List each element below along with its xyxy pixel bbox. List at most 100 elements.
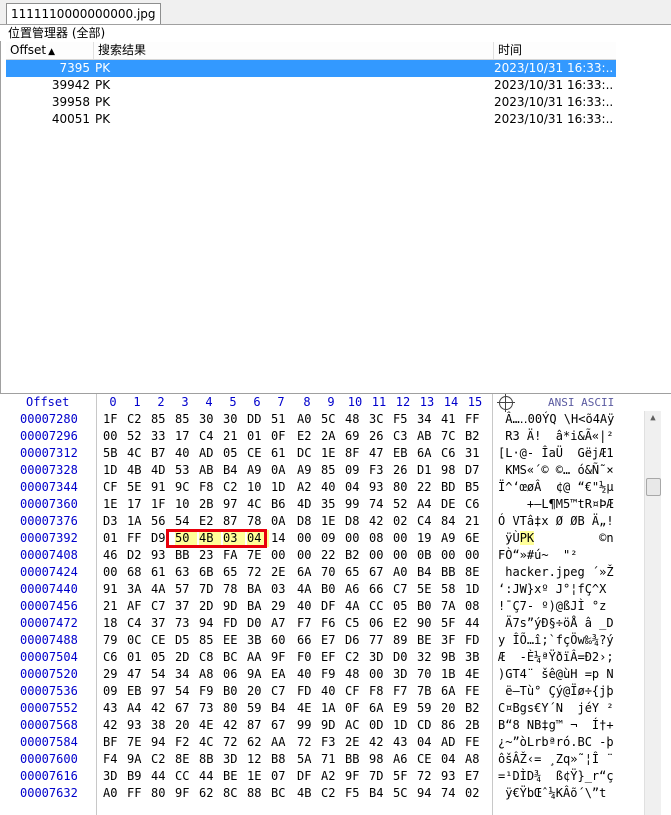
hex-byte[interactable]: C8 [199, 649, 221, 666]
hex-byte[interactable]: 40 [297, 666, 319, 683]
hex-byte[interactable]: 9F [345, 768, 367, 785]
hex-byte[interactable]: B4 [223, 462, 245, 479]
hex-byte[interactable]: F8 [199, 479, 221, 496]
hex-byte[interactable]: 20 [441, 700, 463, 717]
hex-byte[interactable]: 02 [393, 513, 415, 530]
result-row[interactable]: 7395 PK 2023/10/31 16:33:... [6, 60, 616, 77]
ascii-line[interactable]: KMS«´© ©… ó&Ñ˜× [498, 462, 648, 479]
ascii-line[interactable]: FÒ“»#ú~ "² [498, 547, 648, 564]
hex-byte[interactable]: 1D [465, 581, 487, 598]
hex-byte[interactable]: 5E [127, 479, 149, 496]
hex-byte[interactable]: 47 [369, 445, 391, 462]
hex-byte[interactable]: 84 [441, 513, 463, 530]
hex-byte[interactable]: 05 [393, 598, 415, 615]
hex-byte[interactable]: BA [247, 581, 269, 598]
ascii-line[interactable]: !¯Ç7- º)@ßJÌ °z [498, 598, 648, 615]
hex-byte[interactable]: 4C [127, 445, 149, 462]
ascii-line[interactable]: ôšÂŽ‹= ¸Zq»˜¦Î ¨ [498, 751, 648, 768]
hex-byte[interactable]: 54 [175, 513, 197, 530]
hex-byte[interactable]: D2 [127, 547, 149, 564]
ascii-line[interactable]: )GT4¨ šê@ùH =p N [498, 666, 648, 683]
hex-line[interactable]: 29 47 54 34 A8 06 9A EA 40 F9 48 00 3D 70 1B 4E [0, 666, 490, 683]
hex-byte[interactable]: 26 [369, 428, 391, 445]
hex-byte[interactable]: 3A [127, 581, 149, 598]
hex-byte[interactable]: 0A [271, 462, 293, 479]
hex-byte[interactable]: CF [103, 479, 125, 496]
ascii-line[interactable]: ‘:JW}xº J°¦fÇ^X [498, 581, 648, 598]
hex-byte[interactable]: F3 [321, 734, 343, 751]
hex-byte[interactable]: 9F [175, 785, 197, 802]
hex-byte[interactable]: 7E [247, 547, 269, 564]
hex-byte[interactable]: 57 [175, 581, 197, 598]
hex-byte[interactable]: 1E [247, 768, 269, 785]
hex-line[interactable]: 21 AF C7 37 2D 9D BA 29 40 DF 4A CC 05 B0 7A 08 [0, 598, 490, 615]
hex-byte[interactable]: 52 [127, 428, 149, 445]
hex-byte[interactable]: 4B [297, 785, 319, 802]
hex-byte[interactable]: 34 [417, 411, 439, 428]
hex-line[interactable]: 43 A4 42 67 73 80 59 B4 4E 1A 0F 6A E9 59 20 B2 [0, 700, 490, 717]
hex-byte[interactable]: 5E [417, 581, 439, 598]
hex-byte[interactable]: 4A [297, 581, 319, 598]
hex-byte[interactable]: A9 [441, 530, 463, 547]
hex-byte[interactable]: 59 [247, 700, 269, 717]
hex-byte[interactable]: 65 [345, 564, 367, 581]
hex-byte[interactable]: B2 [465, 700, 487, 717]
hex-byte[interactable]: 72 [297, 734, 319, 751]
hex-byte[interactable]: 00 [103, 564, 125, 581]
hex-byte[interactable]: 10 [175, 496, 197, 513]
hex-byte[interactable]: BE [223, 768, 245, 785]
hex-byte[interactable]: 8E [465, 564, 487, 581]
ascii-line[interactable]: [L·@- ÎaÜ GëjÆ1 [498, 445, 648, 462]
hex-byte[interactable]: 12 [247, 751, 269, 768]
hex-byte[interactable]: 8C [223, 785, 245, 802]
hex-byte[interactable]: B6 [271, 496, 293, 513]
hex-byte[interactable]: B0 [223, 683, 245, 700]
hex-byte[interactable]: 00 [297, 547, 319, 564]
hex-byte[interactable]: CF [345, 683, 367, 700]
hex-byte[interactable]: 86 [441, 717, 463, 734]
hex-byte[interactable]: 93 [441, 768, 463, 785]
hex-byte[interactable]: B9 [127, 768, 149, 785]
hex-byte[interactable]: 1E [321, 513, 343, 530]
hex-byte[interactable]: B2 [465, 428, 487, 445]
hex-byte[interactable]: D0 [247, 615, 269, 632]
hex-byte[interactable]: CE [417, 751, 439, 768]
hex-byte[interactable]: 3B [247, 632, 269, 649]
hex-byte[interactable]: 05 [151, 649, 173, 666]
hex-byte[interactable]: C2 [127, 411, 149, 428]
hex-byte[interactable]: 7E [127, 734, 149, 751]
hex-byte[interactable]: 34 [175, 666, 197, 683]
hex-byte[interactable]: E2 [393, 615, 415, 632]
hex-byte[interactable]: 9C [175, 479, 197, 496]
hex-byte[interactable]: 7D [369, 768, 391, 785]
hex-byte[interactable]: 2E [271, 564, 293, 581]
hex-byte[interactable]: CC [369, 598, 391, 615]
hex-line[interactable]: 09 EB 97 54 F9 B0 20 C7 FD 40 CF F8 F7 7B 6A FE [0, 683, 490, 700]
hex-byte[interactable]: 17 [127, 496, 149, 513]
hex-byte[interactable]: 67 [369, 564, 391, 581]
hex-byte[interactable]: 80 [223, 700, 245, 717]
hex-byte[interactable]: CD [417, 717, 439, 734]
hex-byte[interactable]: 97 [223, 496, 245, 513]
hex-byte[interactable]: 09 [345, 462, 367, 479]
hex-byte[interactable]: 67 [271, 717, 293, 734]
hex-byte[interactable]: 08 [465, 598, 487, 615]
hex-byte[interactable]: 3D [103, 768, 125, 785]
hex-byte[interactable]: AB [417, 428, 439, 445]
hex-byte[interactable]: D6 [345, 632, 367, 649]
hex-byte[interactable]: 9A [247, 666, 269, 683]
hex-byte[interactable]: 5B [103, 445, 125, 462]
hex-byte[interactable]: 00 [297, 530, 319, 547]
hex-line[interactable]: D3 1A 56 54 E2 87 78 0A D8 1E D8 42 02 C4 84 21 [0, 513, 490, 530]
hex-byte[interactable]: D1 [417, 462, 439, 479]
hex-byte[interactable]: 93 [151, 547, 173, 564]
hex-byte[interactable]: 21 [103, 598, 125, 615]
hex-byte[interactable]: 1F [151, 496, 173, 513]
hex-byte[interactable]: BE [417, 632, 439, 649]
hex-byte[interactable]: 91 [103, 581, 125, 598]
hex-byte[interactable]: EF [321, 649, 343, 666]
hex-byte[interactable]: 00 [369, 666, 391, 683]
column-header-offset[interactable]: Offset ▲ [6, 42, 94, 59]
hex-byte[interactable]: 31 [465, 445, 487, 462]
hex-byte[interactable]: 65 [223, 564, 245, 581]
